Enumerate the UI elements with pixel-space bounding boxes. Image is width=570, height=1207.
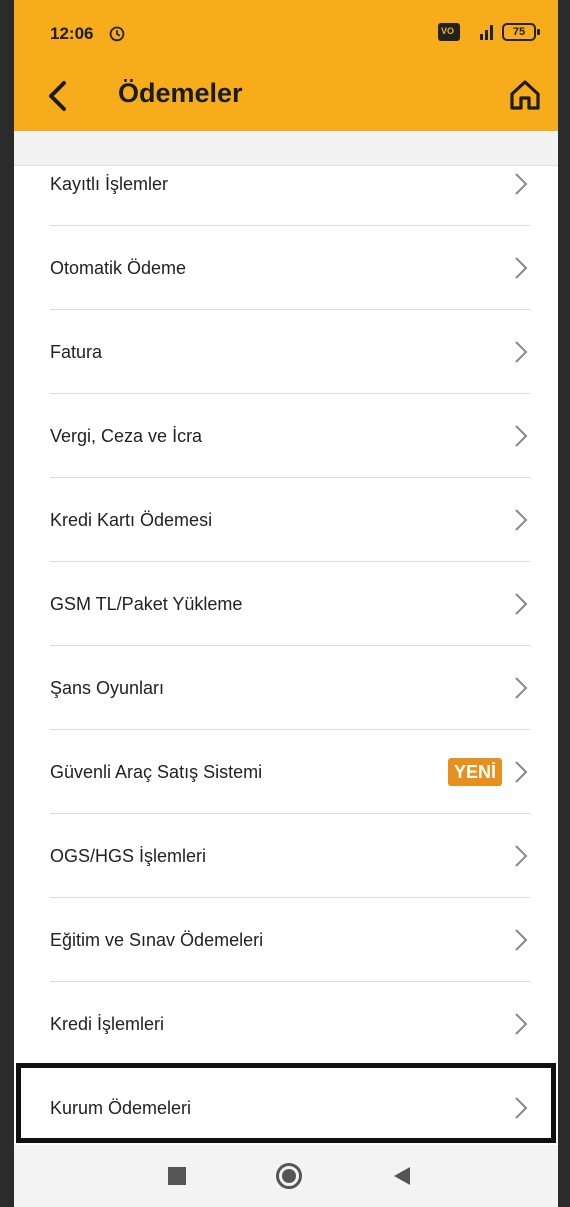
back-nav-button[interactable] [394, 1167, 410, 1185]
menu-item-ogs-hgs[interactable]: OGS/HGS İşlemleri [14, 814, 558, 898]
home-nav-button[interactable] [276, 1163, 302, 1189]
menu-item-otomatik-odeme[interactable]: Otomatik Ödeme [14, 226, 558, 310]
menu-item-label: Kredi İşlemleri [50, 1013, 165, 1034]
menu-item-label: Kayıtlı İşlemler [50, 173, 169, 194]
home-icon[interactable] [506, 76, 544, 114]
alarm-icon [109, 26, 125, 42]
menu-item-label: Güvenli Araç Satış Sistemi [50, 761, 263, 782]
menu-item-label: Kredi Kartı Ödemesi [50, 509, 213, 530]
chevron-right-icon [515, 341, 528, 363]
chevron-right-icon [515, 593, 528, 615]
chevron-right-icon [515, 173, 528, 195]
chevron-right-icon [515, 1097, 528, 1119]
recent-apps-button[interactable] [168, 1167, 186, 1185]
menu-item-label: Vergi, Ceza ve İcra [50, 425, 203, 446]
menu-item-gsm-yukleme[interactable]: GSM TL/Paket Yükleme [14, 562, 558, 646]
menu-item-label: Kurum Ödemeleri [50, 1097, 192, 1118]
status-icons: 75 [438, 22, 540, 42]
payments-menu: Kayıtlı İşlemler Otomatik Ödeme Fatura V… [14, 142, 558, 1150]
back-button[interactable] [42, 78, 74, 114]
battery-indicator: 75 [502, 23, 540, 41]
menu-item-sans-oyunlari[interactable]: Şans Oyunları [14, 646, 558, 730]
chevron-right-icon [515, 425, 528, 447]
menu-item-label: OGS/HGS İşlemleri [50, 845, 207, 866]
page-title: Ödemeler [118, 78, 243, 108]
app-header: 12:06 75 Ödemeler [14, 0, 558, 131]
new-badge: YENİ [447, 758, 502, 786]
menu-item-kredi-karti-odemesi[interactable]: Kredi Kartı Ödemesi [14, 478, 558, 562]
menu-item-guvenli-arac-satis[interactable]: Güvenli Araç Satış Sistemi YENİ [14, 730, 558, 814]
volte-icon [438, 23, 460, 41]
chevron-right-icon [515, 509, 528, 531]
menu-item-fatura[interactable]: Fatura [14, 310, 558, 394]
menu-item-egitim-sinav[interactable]: Eğitim ve Sınav Ödemeleri [14, 898, 558, 982]
chevron-right-icon [515, 1013, 528, 1035]
menu-item-label: Fatura [50, 341, 103, 362]
chevron-right-icon [515, 761, 528, 783]
menu-item-kayitli-islemler[interactable]: Kayıtlı İşlemler [14, 142, 558, 226]
menu-item-label: Otomatik Ödeme [50, 257, 187, 278]
android-nav-bar [14, 1145, 558, 1207]
status-time: 12:06 [50, 24, 94, 43]
signal-icon [480, 25, 493, 40]
menu-item-kredi-islemleri[interactable]: Kredi İşlemleri [14, 982, 558, 1066]
menu-item-label: Şans Oyunları [50, 677, 165, 698]
chevron-right-icon [515, 845, 528, 867]
chevron-right-icon [515, 677, 528, 699]
chevron-right-icon [515, 257, 528, 279]
menu-item-label: GSM TL/Paket Yükleme [50, 593, 243, 614]
chevron-right-icon [515, 929, 528, 951]
menu-item-vergi-ceza-icra[interactable]: Vergi, Ceza ve İcra [14, 394, 558, 478]
menu-item-kurum-odemeleri[interactable]: Kurum Ödemeleri [14, 1066, 558, 1150]
phone-screen: 12:06 75 Ödemeler Kayıtlı İşlemler [14, 0, 558, 1207]
menu-item-label: Eğitim ve Sınav Ödemeleri [50, 929, 264, 950]
